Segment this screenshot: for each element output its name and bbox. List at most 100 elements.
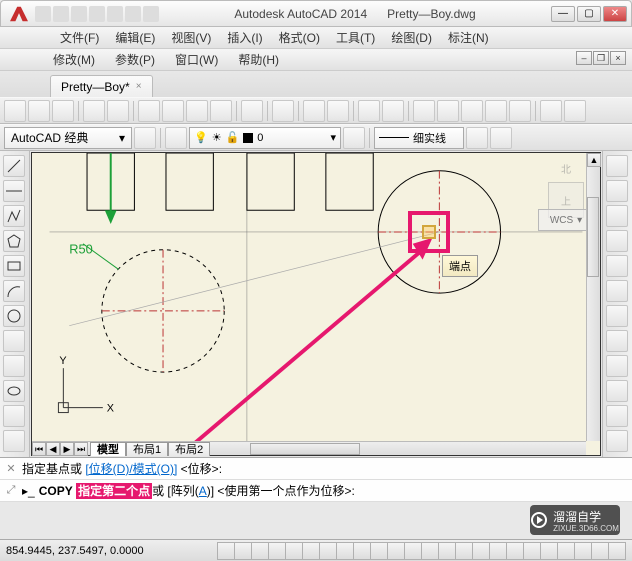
design-center-icon[interactable] — [437, 100, 459, 122]
paste-icon[interactable] — [210, 100, 232, 122]
qat-print-icon[interactable] — [125, 6, 141, 22]
command-handle-icon[interactable]: ✕ — [4, 462, 18, 475]
workspace-switch-icon[interactable] — [540, 542, 558, 560]
help-icon[interactable] — [564, 100, 586, 122]
mdi-close-button[interactable]: × — [610, 51, 626, 65]
coordinate-display[interactable]: 854.9445, 237.5497, 0.0000 — [6, 545, 144, 557]
ellipse-arc-icon[interactable] — [3, 405, 25, 427]
scroll-first-icon[interactable]: ⏮ — [32, 442, 46, 456]
3dosnap-toggle-icon[interactable] — [302, 542, 320, 560]
menu-edit[interactable]: 编辑(E) — [115, 29, 155, 46]
scroll-last-icon[interactable]: ⏭ — [74, 442, 88, 456]
offset-icon[interactable] — [606, 255, 628, 277]
rotate-icon[interactable] — [606, 330, 628, 352]
scale-icon[interactable] — [606, 355, 628, 377]
quick-calc-icon[interactable] — [540, 100, 562, 122]
tab-close-icon[interactable]: × — [136, 81, 142, 92]
maximize-button[interactable]: ▢ — [577, 6, 601, 22]
layer-selector[interactable]: 💡 ☀ 🔓 0 ▾ — [189, 127, 341, 149]
arc-icon[interactable] — [3, 280, 25, 302]
grid-toggle-icon[interactable] — [234, 542, 252, 560]
clean-screen-icon[interactable] — [608, 542, 626, 560]
menu-dimension[interactable]: 标注(N) — [448, 29, 489, 46]
zoom-icon[interactable] — [382, 100, 404, 122]
color-selector-icon[interactable] — [466, 127, 488, 149]
polyline-icon[interactable] — [3, 205, 25, 227]
publish-icon[interactable] — [138, 100, 160, 122]
menu-format[interactable]: 格式(O) — [279, 29, 320, 46]
qat-new-icon[interactable] — [35, 6, 51, 22]
pan-icon[interactable] — [358, 100, 380, 122]
qvdrawings-icon[interactable] — [472, 542, 490, 560]
sheet-set-icon[interactable] — [485, 100, 507, 122]
block-editor-icon[interactable] — [272, 100, 294, 122]
menu-help[interactable]: 帮助(H) — [238, 51, 279, 68]
copy-icon[interactable] — [606, 205, 628, 227]
match-prop-icon[interactable] — [241, 100, 263, 122]
menu-parametric[interactable]: 参数(P) — [115, 51, 155, 68]
close-button[interactable]: ✕ — [603, 6, 627, 22]
menu-file[interactable]: 文件(F) — [60, 29, 99, 46]
qat-save-icon[interactable] — [71, 6, 87, 22]
mdi-minimize-button[interactable]: – — [576, 51, 592, 65]
ellipse-icon[interactable] — [3, 380, 25, 402]
construction-line-icon[interactable] — [3, 180, 25, 202]
ducs-toggle-icon[interactable] — [336, 542, 354, 560]
menu-view[interactable]: 视图(V) — [171, 29, 211, 46]
scroll-prev-icon[interactable]: ◀ — [46, 442, 60, 456]
qat-dropdown-icon[interactable] — [143, 6, 159, 22]
stretch-icon[interactable] — [606, 380, 628, 402]
distance-icon[interactable] — [606, 155, 628, 177]
cut-icon[interactable] — [162, 100, 184, 122]
spline-icon[interactable] — [3, 355, 25, 377]
qvlayouts-icon[interactable] — [455, 542, 473, 560]
qat-undo-icon[interactable] — [89, 6, 105, 22]
print-icon[interactable] — [83, 100, 105, 122]
scroll-thumb-y[interactable] — [587, 197, 599, 277]
mdi-restore-button[interactable]: ❐ — [593, 51, 609, 65]
workspace-selector[interactable]: AutoCAD 经典 ▾ — [4, 127, 132, 149]
command-expand-icon[interactable]: ⤢ — [4, 484, 18, 497]
lwt-toggle-icon[interactable] — [370, 542, 388, 560]
open-icon[interactable] — [28, 100, 50, 122]
trim-icon[interactable] — [606, 405, 628, 427]
line-icon[interactable] — [3, 155, 25, 177]
scroll-next-icon[interactable]: ▶ — [60, 442, 74, 456]
redo-icon[interactable] — [327, 100, 349, 122]
vertical-scrollbar[interactable]: ▲ — [586, 153, 600, 441]
sc-toggle-icon[interactable] — [421, 542, 439, 560]
new-icon[interactable] — [4, 100, 26, 122]
layer-states-icon[interactable] — [343, 127, 365, 149]
tab-layout2[interactable]: 布局2 — [168, 442, 210, 456]
markup-icon[interactable] — [509, 100, 531, 122]
insert-block-icon[interactable] — [3, 430, 25, 452]
scroll-up-icon[interactable]: ▲ — [587, 153, 601, 167]
otrack-toggle-icon[interactable] — [319, 542, 337, 560]
drawing-canvas[interactable]: R50 X Y 北 上 W — [31, 152, 601, 456]
lock-ui-icon[interactable] — [557, 542, 575, 560]
menu-insert[interactable]: 插入(I) — [227, 29, 262, 46]
mirror-icon[interactable] — [606, 230, 628, 252]
qat-open-icon[interactable] — [53, 6, 69, 22]
snap-toggle-icon[interactable] — [217, 542, 235, 560]
revision-cloud-icon[interactable] — [3, 330, 25, 352]
polygon-icon[interactable] — [3, 230, 25, 252]
layer-prop-icon[interactable] — [165, 127, 187, 149]
circle-icon[interactable] — [3, 305, 25, 327]
plot-preview-icon[interactable] — [107, 100, 129, 122]
dyn-toggle-icon[interactable] — [353, 542, 371, 560]
workspace-settings-icon[interactable] — [134, 127, 156, 149]
menu-draw[interactable]: 绘图(D) — [391, 29, 432, 46]
linetype-selector[interactable]: 细实线 — [374, 127, 464, 149]
tab-model[interactable]: 模型 — [90, 442, 126, 456]
properties-icon[interactable] — [413, 100, 435, 122]
undo-icon[interactable] — [303, 100, 325, 122]
ortho-toggle-icon[interactable] — [251, 542, 269, 560]
command-prompt-line[interactable]: ⤢ ▸_ COPY 指定第二个点或 [阵列(A)] <使用第一个点作为位移>: — [0, 480, 632, 502]
copy-clip-icon[interactable] — [186, 100, 208, 122]
rectangle-icon[interactable] — [3, 255, 25, 277]
polar-toggle-icon[interactable] — [268, 542, 286, 560]
osnap-toggle-icon[interactable] — [285, 542, 303, 560]
tool-palettes-icon[interactable] — [461, 100, 483, 122]
qat-redo-icon[interactable] — [107, 6, 123, 22]
